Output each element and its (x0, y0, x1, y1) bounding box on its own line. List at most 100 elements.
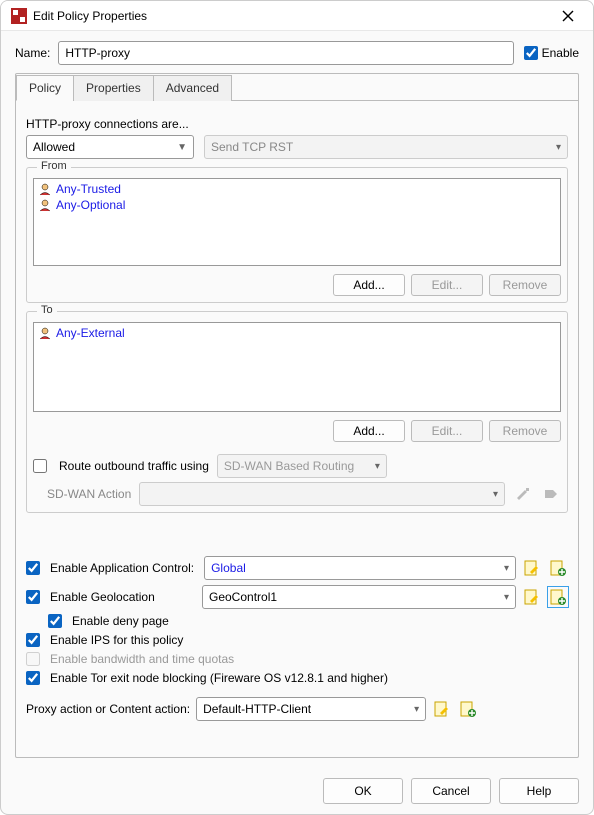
alias-icon (38, 198, 52, 212)
tor-row: Enable Tor exit node blocking (Fireware … (26, 671, 568, 685)
alias-name: Any-Trusted (56, 182, 121, 196)
from-button-row: Add... Edit... Remove (27, 270, 567, 302)
list-item[interactable]: Any-Trusted (36, 181, 558, 197)
ok-button[interactable]: OK (323, 778, 403, 804)
sdwan-action-row: SD-WAN Action ▾ (33, 482, 561, 506)
ips-checkbox[interactable] (26, 633, 40, 647)
route-outbound-label: Route outbound traffic using (59, 459, 209, 473)
alias-icon (38, 326, 52, 340)
cancel-button[interactable]: Cancel (411, 778, 491, 804)
proxy-action-label: Proxy action or Content action: (26, 702, 190, 716)
from-group: From Any-Trusted Any-Optional Add... (26, 167, 568, 303)
tab-properties[interactable]: Properties (73, 75, 154, 101)
deny-action-value: Send TCP RST (211, 140, 293, 154)
proxy-action-row: Proxy action or Content action: Default-… (26, 697, 568, 721)
tab-policy[interactable]: Policy (16, 75, 74, 101)
app-control-value: Global (211, 561, 246, 575)
from-add-button[interactable]: Add... (333, 274, 405, 296)
chevron-down-icon: ▾ (414, 704, 419, 715)
tor-label: Enable Tor exit node blocking (Fireware … (50, 671, 388, 685)
to-edit-button: Edit... (411, 420, 483, 442)
geolocation-select[interactable]: GeoControl1 ▾ (202, 585, 516, 609)
geolocation-checkbox[interactable] (26, 590, 40, 604)
to-add-button[interactable]: Add... (333, 420, 405, 442)
list-item[interactable]: Any-External (36, 325, 558, 341)
from-edit-button: Edit... (411, 274, 483, 296)
ips-label: Enable IPS for this policy (50, 633, 183, 647)
name-label: Name: (15, 46, 50, 60)
sdwan-action-label: SD-WAN Action (47, 487, 131, 501)
tab-container: Policy Properties Advanced HTTP-proxy co… (15, 73, 579, 758)
dialog-window: Edit Policy Properties Name: Enable Poli… (0, 0, 594, 815)
chevron-down-icon: ▾ (504, 563, 509, 574)
edit-icon[interactable] (522, 558, 542, 578)
chevron-down-icon: ▼ (177, 142, 187, 153)
list-item[interactable]: Any-Optional (36, 197, 558, 213)
alias-name: Any-External (56, 326, 125, 340)
name-row: Name: Enable (15, 41, 579, 65)
bandwidth-row: Enable bandwidth and time quotas (26, 652, 568, 666)
edit-icon[interactable] (432, 699, 452, 719)
app-control-row: Enable Application Control: Global ▾ (26, 556, 568, 580)
tab-body-policy: HTTP-proxy connections are... Allowed ▼ … (16, 101, 578, 757)
app-control-label: Enable Application Control: (50, 561, 194, 575)
to-listbox[interactable]: Any-External (33, 322, 561, 412)
app-control-checkbox[interactable] (26, 561, 40, 575)
add-icon[interactable] (548, 558, 568, 578)
deny-action-select: Send TCP RST ▾ (204, 135, 568, 159)
dialog-footer: OK Cancel Help (1, 768, 593, 814)
close-icon (562, 10, 574, 22)
to-button-row: Add... Edit... Remove (27, 416, 567, 448)
route-outbound-row: Route outbound traffic using SD-WAN Base… (33, 454, 561, 478)
route-type-select: SD-WAN Based Routing ▾ (217, 454, 387, 478)
chevron-down-icon: ▾ (375, 461, 380, 472)
geolocation-label: Enable Geolocation (50, 590, 192, 604)
from-remove-button: Remove (489, 274, 561, 296)
to-group: To Any-External Add... Edit... Remove (26, 311, 568, 513)
help-button[interactable]: Help (499, 778, 579, 804)
deny-page-row: Enable deny page (48, 614, 568, 628)
chevron-down-icon: ▾ (493, 489, 498, 500)
enable-checkbox[interactable] (524, 46, 538, 60)
bandwidth-checkbox (26, 652, 40, 666)
app-icon (11, 8, 27, 24)
close-button[interactable] (553, 2, 583, 30)
sdwan-edit-icon (513, 484, 533, 504)
to-remove-button: Remove (489, 420, 561, 442)
connection-mode-value: Allowed (33, 140, 75, 154)
deny-page-checkbox[interactable] (48, 614, 62, 628)
route-outbound-checkbox[interactable] (33, 459, 47, 473)
from-listbox[interactable]: Any-Trusted Any-Optional (33, 178, 561, 266)
connections-label: HTTP-proxy connections are... (26, 117, 568, 131)
to-legend: To (37, 304, 57, 316)
connections-row: Allowed ▼ Send TCP RST ▾ (26, 135, 568, 159)
sdwan-action-select: ▾ (139, 482, 505, 506)
alias-icon (38, 182, 52, 196)
add-icon[interactable] (548, 587, 568, 607)
sdwan-tag-icon (541, 484, 561, 504)
add-icon[interactable] (458, 699, 478, 719)
alias-name: Any-Optional (56, 198, 125, 212)
window-title: Edit Policy Properties (33, 9, 553, 23)
name-input[interactable] (58, 41, 513, 65)
ips-row: Enable IPS for this policy (26, 633, 568, 647)
proxy-action-select[interactable]: Default-HTTP-Client ▾ (196, 697, 426, 721)
app-control-select[interactable]: Global ▾ (204, 556, 516, 580)
chevron-down-icon: ▾ (504, 592, 509, 603)
connection-mode-select[interactable]: Allowed ▼ (26, 135, 194, 159)
tor-checkbox[interactable] (26, 671, 40, 685)
edit-icon[interactable] (522, 587, 542, 607)
tab-strip: Policy Properties Advanced (16, 74, 578, 101)
deny-page-label: Enable deny page (72, 614, 169, 628)
bandwidth-label: Enable bandwidth and time quotas (50, 652, 234, 666)
from-legend: From (37, 160, 71, 172)
enable-label: Enable (542, 46, 579, 60)
geolocation-value: GeoControl1 (209, 590, 277, 604)
chevron-down-icon: ▾ (556, 142, 561, 153)
enable-wrap: Enable (524, 46, 579, 60)
dialog-content: Name: Enable Policy Properties Advanced … (1, 31, 593, 768)
tab-advanced[interactable]: Advanced (153, 75, 232, 101)
proxy-action-value: Default-HTTP-Client (203, 702, 311, 716)
route-type-value: SD-WAN Based Routing (224, 459, 354, 473)
title-bar: Edit Policy Properties (1, 1, 593, 31)
